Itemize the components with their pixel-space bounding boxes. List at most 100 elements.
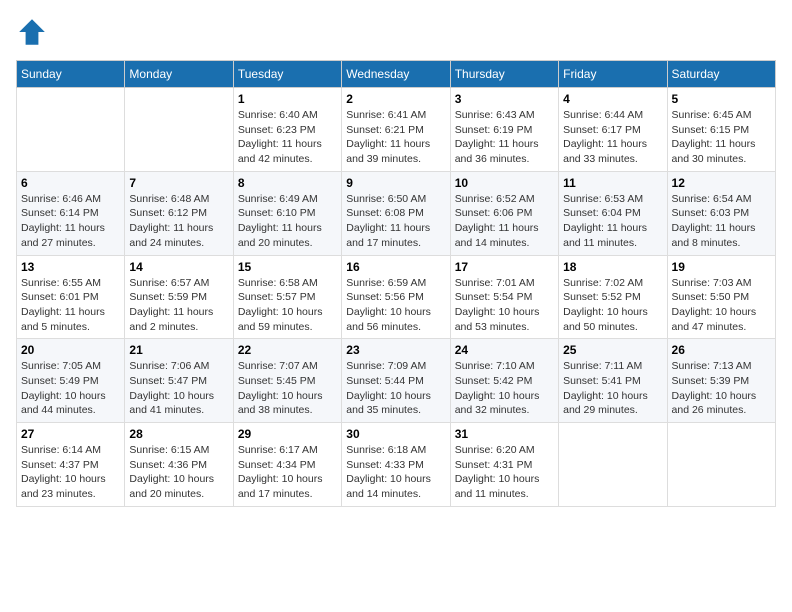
day-number: 31 bbox=[455, 427, 554, 441]
weekday-header: Sunday bbox=[17, 61, 125, 88]
weekday-header: Thursday bbox=[450, 61, 558, 88]
calendar-header-row: SundayMondayTuesdayWednesdayThursdayFrid… bbox=[17, 61, 776, 88]
calendar-week-row: 20Sunrise: 7:05 AMSunset: 5:49 PMDayligh… bbox=[17, 339, 776, 423]
weekday-header: Saturday bbox=[667, 61, 775, 88]
day-number: 21 bbox=[129, 343, 228, 357]
calendar-cell: 11 Sunrise: 6:53 AMSunset: 6:04 PMDayligh… bbox=[559, 171, 667, 255]
day-info: Sunrise: 7:02 AMSunset: 5:52 PMDaylight:… bbox=[563, 276, 662, 335]
weekday-header: Monday bbox=[125, 61, 233, 88]
day-number: 6 bbox=[21, 176, 120, 190]
day-number: 25 bbox=[563, 343, 662, 357]
weekday-header: Tuesday bbox=[233, 61, 341, 88]
calendar-cell: 8Sunrise: 6:49 AMSunset: 6:10 PMDaylight… bbox=[233, 171, 341, 255]
day-info: Sunrise: 6:20 AMSunset: 4:31 PMDaylight:… bbox=[455, 443, 554, 502]
day-number: 23 bbox=[346, 343, 445, 357]
calendar-cell: 18 Sunrise: 7:02 AMSunset: 5:52 PMDayligh… bbox=[559, 255, 667, 339]
day-number: 30 bbox=[346, 427, 445, 441]
day-number: 2 bbox=[346, 92, 445, 106]
calendar-cell: 7 Sunrise: 6:48 AMSunset: 6:12 PMDaylight… bbox=[125, 171, 233, 255]
day-number: 12 bbox=[672, 176, 771, 190]
calendar-cell: 26 Sunrise: 7:13 AMSunset: 5:39 PMDayligh… bbox=[667, 339, 775, 423]
day-number: 26 bbox=[672, 343, 771, 357]
day-number: 10 bbox=[455, 176, 554, 190]
weekday-header: Wednesday bbox=[342, 61, 450, 88]
day-info: Sunrise: 6:53 AMSunset: 6:04 PMDaylight:… bbox=[563, 192, 662, 251]
day-number: 13 bbox=[21, 260, 120, 274]
calendar-cell: 22 Sunrise: 7:07 AMSunset: 5:45 PMDayligh… bbox=[233, 339, 341, 423]
calendar-cell: 20Sunrise: 7:05 AMSunset: 5:49 PMDayligh… bbox=[17, 339, 125, 423]
day-number: 16 bbox=[346, 260, 445, 274]
day-info: Sunrise: 7:07 AMSunset: 5:45 PMDaylight:… bbox=[238, 359, 337, 418]
day-number: 4 bbox=[563, 92, 662, 106]
day-info: Sunrise: 6:45 AMSunset: 6:15 PMDaylight:… bbox=[672, 108, 771, 167]
day-number: 11 bbox=[563, 176, 662, 190]
calendar-cell: 5 Sunrise: 6:45 AMSunset: 6:15 PMDaylight… bbox=[667, 88, 775, 172]
day-info: Sunrise: 6:18 AMSunset: 4:33 PMDaylight:… bbox=[346, 443, 445, 502]
day-info: Sunrise: 6:48 AMSunset: 6:12 PMDaylight:… bbox=[129, 192, 228, 251]
day-info: Sunrise: 7:10 AMSunset: 5:42 PMDaylight:… bbox=[455, 359, 554, 418]
calendar-cell: 1 Sunrise: 6:40 AMSunset: 6:23 PMDaylight… bbox=[233, 88, 341, 172]
day-info: Sunrise: 6:57 AMSunset: 5:59 PMDaylight:… bbox=[129, 276, 228, 335]
calendar-cell bbox=[17, 88, 125, 172]
day-info: Sunrise: 6:46 AMSunset: 6:14 PMDaylight:… bbox=[21, 192, 120, 251]
calendar-cell: 14 Sunrise: 6:57 AMSunset: 5:59 PMDayligh… bbox=[125, 255, 233, 339]
day-number: 28 bbox=[129, 427, 228, 441]
calendar-cell: 30 Sunrise: 6:18 AMSunset: 4:33 PMDayligh… bbox=[342, 423, 450, 507]
calendar-cell: 6 Sunrise: 6:46 AMSunset: 6:14 PMDaylight… bbox=[17, 171, 125, 255]
day-info: Sunrise: 6:55 AMSunset: 6:01 PMDaylight:… bbox=[21, 276, 120, 335]
day-info: Sunrise: 6:58 AMSunset: 5:57 PMDaylight:… bbox=[238, 276, 337, 335]
calendar-cell: 17Sunrise: 7:01 AMSunset: 5:54 PMDayligh… bbox=[450, 255, 558, 339]
day-info: Sunrise: 7:05 AMSunset: 5:49 PMDaylight:… bbox=[21, 359, 120, 418]
calendar-cell: 13 Sunrise: 6:55 AMSunset: 6:01 PMDayligh… bbox=[17, 255, 125, 339]
day-info: Sunrise: 7:09 AMSunset: 5:44 PMDaylight:… bbox=[346, 359, 445, 418]
day-info: Sunrise: 7:06 AMSunset: 5:47 PMDaylight:… bbox=[129, 359, 228, 418]
calendar-week-row: 13 Sunrise: 6:55 AMSunset: 6:01 PMDayligh… bbox=[17, 255, 776, 339]
calendar-cell bbox=[559, 423, 667, 507]
calendar-cell: 15 Sunrise: 6:58 AMSunset: 5:57 PMDayligh… bbox=[233, 255, 341, 339]
day-info: Sunrise: 7:13 AMSunset: 5:39 PMDaylight:… bbox=[672, 359, 771, 418]
day-number: 14 bbox=[129, 260, 228, 274]
weekday-header: Friday bbox=[559, 61, 667, 88]
calendar-table: SundayMondayTuesdayWednesdayThursdayFrid… bbox=[16, 60, 776, 507]
day-number: 9 bbox=[346, 176, 445, 190]
calendar-week-row: 6 Sunrise: 6:46 AMSunset: 6:14 PMDaylight… bbox=[17, 171, 776, 255]
day-info: Sunrise: 6:40 AMSunset: 6:23 PMDaylight:… bbox=[238, 108, 337, 167]
logo bbox=[16, 16, 52, 48]
calendar-cell: 25 Sunrise: 7:11 AMSunset: 5:41 PMDayligh… bbox=[559, 339, 667, 423]
calendar-cell bbox=[667, 423, 775, 507]
calendar-cell: 27Sunrise: 6:14 AMSunset: 4:37 PMDayligh… bbox=[17, 423, 125, 507]
day-number: 17 bbox=[455, 260, 554, 274]
day-info: Sunrise: 7:11 AMSunset: 5:41 PMDaylight:… bbox=[563, 359, 662, 418]
day-number: 7 bbox=[129, 176, 228, 190]
day-number: 22 bbox=[238, 343, 337, 357]
calendar-cell: 16 Sunrise: 6:59 AMSunset: 5:56 PMDayligh… bbox=[342, 255, 450, 339]
day-info: Sunrise: 7:03 AMSunset: 5:50 PMDaylight:… bbox=[672, 276, 771, 335]
calendar-cell: 3 Sunrise: 6:43 AMSunset: 6:19 PMDaylight… bbox=[450, 88, 558, 172]
calendar-cell: 23 Sunrise: 7:09 AMSunset: 5:44 PMDayligh… bbox=[342, 339, 450, 423]
calendar-cell: 24 Sunrise: 7:10 AMSunset: 5:42 PMDayligh… bbox=[450, 339, 558, 423]
day-info: Sunrise: 6:17 AMSunset: 4:34 PMDaylight:… bbox=[238, 443, 337, 502]
day-number: 29 bbox=[238, 427, 337, 441]
day-info: Sunrise: 6:15 AMSunset: 4:36 PMDaylight:… bbox=[129, 443, 228, 502]
day-number: 15 bbox=[238, 260, 337, 274]
day-info: Sunrise: 6:54 AMSunset: 6:03 PMDaylight:… bbox=[672, 192, 771, 251]
day-number: 8 bbox=[238, 176, 337, 190]
calendar-cell: 19Sunrise: 7:03 AMSunset: 5:50 PMDayligh… bbox=[667, 255, 775, 339]
page-header bbox=[16, 16, 776, 48]
day-number: 1 bbox=[238, 92, 337, 106]
day-number: 18 bbox=[563, 260, 662, 274]
calendar-cell: 4Sunrise: 6:44 AMSunset: 6:17 PMDaylight… bbox=[559, 88, 667, 172]
day-number: 3 bbox=[455, 92, 554, 106]
day-info: Sunrise: 6:43 AMSunset: 6:19 PMDaylight:… bbox=[455, 108, 554, 167]
calendar-cell: 12 Sunrise: 6:54 AMSunset: 6:03 PMDayligh… bbox=[667, 171, 775, 255]
day-info: Sunrise: 6:59 AMSunset: 5:56 PMDaylight:… bbox=[346, 276, 445, 335]
day-info: Sunrise: 6:50 AMSunset: 6:08 PMDaylight:… bbox=[346, 192, 445, 251]
calendar-cell bbox=[125, 88, 233, 172]
calendar-cell: 9 Sunrise: 6:50 AMSunset: 6:08 PMDaylight… bbox=[342, 171, 450, 255]
calendar-week-row: 1 Sunrise: 6:40 AMSunset: 6:23 PMDaylight… bbox=[17, 88, 776, 172]
calendar-cell: 29 Sunrise: 6:17 AMSunset: 4:34 PMDayligh… bbox=[233, 423, 341, 507]
day-number: 24 bbox=[455, 343, 554, 357]
calendar-cell: 28 Sunrise: 6:15 AMSunset: 4:36 PMDayligh… bbox=[125, 423, 233, 507]
calendar-cell: 2Sunrise: 6:41 AMSunset: 6:21 PMDaylight… bbox=[342, 88, 450, 172]
day-number: 5 bbox=[672, 92, 771, 106]
